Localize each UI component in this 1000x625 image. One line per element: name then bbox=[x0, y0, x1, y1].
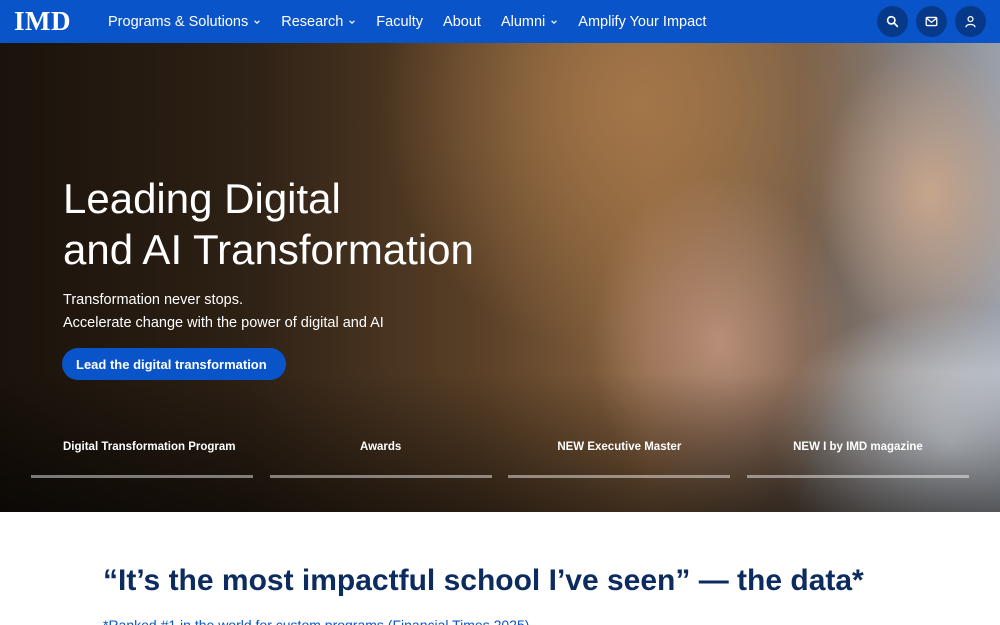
carousel-tab-progress-bar bbox=[31, 475, 253, 478]
hero-title-line-1: Leading Digital bbox=[63, 175, 341, 222]
carousel-tab-label: NEW Executive Master bbox=[557, 441, 682, 453]
main-menu: Programs & Solutions Research Faculty Ab… bbox=[108, 0, 726, 43]
carousel-tab-i-by-imd-magazine[interactable]: NEW I by IMD magazine bbox=[746, 438, 969, 478]
carousel-tab-label: Awards bbox=[359, 441, 402, 453]
nav-faculty-label: Faculty bbox=[376, 13, 424, 30]
carousel-tab-progress-bar bbox=[508, 475, 731, 478]
carousel-tab-progress-bar bbox=[269, 475, 492, 478]
user-icon bbox=[965, 15, 976, 28]
nav-amplify-your-impact[interactable]: Amplify Your Impact bbox=[578, 14, 706, 30]
imd-logo[interactable]: IMD bbox=[14, 7, 71, 35]
nav-research-label: Research bbox=[281, 13, 344, 30]
carousel-tab-label: NEW I by IMD magazine bbox=[793, 441, 923, 453]
nav-programs-solutions-label: Programs & Solutions bbox=[108, 13, 249, 30]
hero-subtitle-line-1: Transformation never stops. bbox=[63, 292, 243, 308]
nav-amplify-your-impact-label: Amplify Your Impact bbox=[578, 13, 707, 30]
account-button[interactable] bbox=[955, 6, 986, 37]
carousel-tab-digital-transformation-program[interactable]: Digital Transformation Program bbox=[31, 438, 253, 478]
nav-alumni-label: Alumni bbox=[500, 13, 546, 30]
nav-research[interactable]: Research bbox=[281, 14, 356, 30]
carousel-tab-label: Digital Transformation Program bbox=[63, 441, 236, 453]
carousel-tab-executive-master[interactable]: NEW Executive Master bbox=[508, 438, 731, 478]
top-navigation-bar: IMD Programs & Solutions Research Facult… bbox=[0, 0, 1000, 43]
nav-about[interactable]: About bbox=[443, 14, 481, 30]
nav-alumni[interactable]: Alumni bbox=[501, 14, 558, 30]
chevron-down-icon bbox=[551, 19, 558, 24]
nav-faculty[interactable]: Faculty bbox=[376, 14, 423, 30]
carousel-tab-awards[interactable]: Awards bbox=[269, 438, 492, 478]
hero-subtitle: Transformation never stops. Accelerate c… bbox=[63, 289, 563, 335]
ranking-footnote-link[interactable]: *Ranked #1 in the world for custom progr… bbox=[103, 617, 529, 625]
chevron-down-icon bbox=[349, 19, 356, 24]
mail-icon bbox=[925, 16, 938, 27]
contact-button[interactable] bbox=[916, 6, 947, 37]
search-icon bbox=[886, 15, 899, 28]
nav-about-label: About bbox=[443, 13, 481, 30]
hero-banner: Leading Digital and AI Transformation Tr… bbox=[0, 43, 1000, 512]
section-quote-heading: “It’s the most impactful school I’ve see… bbox=[103, 564, 864, 597]
nav-programs-solutions[interactable]: Programs & Solutions bbox=[108, 14, 261, 30]
nav-icon-group bbox=[869, 6, 986, 37]
search-button[interactable] bbox=[877, 6, 908, 37]
hero-title-line-2: and AI Transformation bbox=[63, 226, 474, 273]
lead-digital-transformation-button[interactable]: Lead the digital transformation bbox=[62, 348, 286, 380]
carousel-tab-progress-bar bbox=[746, 475, 969, 478]
chevron-down-icon bbox=[254, 19, 261, 24]
hero-carousel-tabs: Digital Transformation Program Awards NE… bbox=[31, 438, 969, 478]
hero-subtitle-line-2: Accelerate change with the power of digi… bbox=[63, 315, 384, 331]
hero-title: Leading Digital and AI Transformation bbox=[63, 173, 583, 275]
